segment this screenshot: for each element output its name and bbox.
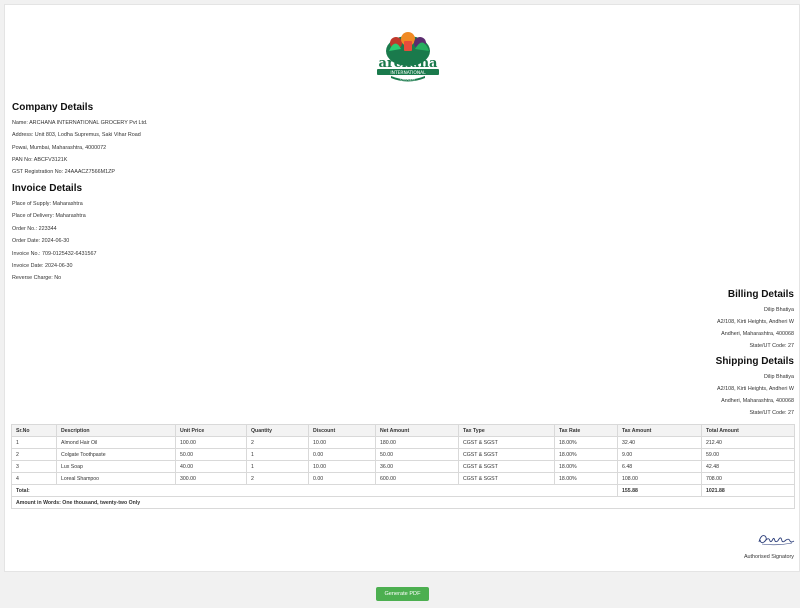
cell: 42.48 xyxy=(701,460,795,473)
cell: CGST & SGST xyxy=(458,472,555,485)
cell: 6.48 xyxy=(617,460,702,473)
shipping-details-heading: Shipping Details xyxy=(715,356,794,367)
cell: Almond Hair Oil xyxy=(56,436,176,449)
cell: 180.00 xyxy=(375,436,459,449)
cell: 600.00 xyxy=(375,472,459,485)
order-number: Order No.: 223344 xyxy=(12,226,57,232)
table-row: 3 Lux Soap 40.00 1 10.00 36.00 CGST & SG… xyxy=(11,460,795,473)
col-net-amount: Net Amount xyxy=(375,424,459,437)
cell: 59.00 xyxy=(701,448,795,461)
cell: 212.40 xyxy=(701,436,795,449)
col-tax-rate: Tax Rate xyxy=(554,424,618,437)
cell: 3 xyxy=(11,460,57,473)
cell: 708.00 xyxy=(701,472,795,485)
col-sr-no: Sr.No xyxy=(11,424,57,437)
items-table: Sr.No Description Unit Price Quantity Di… xyxy=(11,424,795,509)
company-address-2: Powai, Mumbai, Maharashtra, 4000072 xyxy=(12,145,107,151)
cell: Loreal Shampoo xyxy=(56,472,176,485)
col-tax-type: Tax Type xyxy=(458,424,555,437)
cell: 40.00 xyxy=(175,460,247,473)
cell: Lux Soap xyxy=(56,460,176,473)
cell: 18.00% xyxy=(554,436,618,449)
col-total-amount: Total Amount xyxy=(701,424,795,437)
col-unit-price: Unit Price xyxy=(175,424,247,437)
cell: 100.00 xyxy=(175,436,247,449)
authorised-signatory-label: Authorised Signatory xyxy=(743,554,794,560)
cell: CGST & SGST xyxy=(458,448,555,461)
col-description: Description xyxy=(56,424,176,437)
col-discount: Discount xyxy=(308,424,376,437)
company-pan: PAN No: ABCFV3121K xyxy=(12,157,68,163)
logo-subtext-2: GROCERY xyxy=(400,77,415,81)
table-row: 4 Loreal Shampoo 300.00 2 0.00 600.00 CG… xyxy=(11,472,795,485)
logo-wordmark: archana xyxy=(379,56,439,71)
company-gst: GST Registration No: 24AAACZ7566M1ZP xyxy=(12,169,115,175)
cell: 108.00 xyxy=(617,472,702,485)
table-row: 1 Almond Hair Oil 100.00 2 10.00 180.00 … xyxy=(11,436,795,449)
cell: 10.00 xyxy=(308,460,376,473)
place-of-delivery: Place of Delivery: Maharashtra xyxy=(12,213,86,219)
shipping-address-1: A2/108, Kirti Heights, Andheri W xyxy=(716,386,794,392)
cell: 1 xyxy=(11,436,57,449)
cell: 50.00 xyxy=(175,448,247,461)
billing-name: Dilip Bhatiya xyxy=(764,307,794,313)
shipping-name: Dilip Bhatiya xyxy=(764,374,794,380)
cell: 1 xyxy=(246,460,309,473)
cell: 1 xyxy=(246,448,309,461)
logo-subtext: INTERNATIONAL xyxy=(390,70,426,76)
amount-in-words: Amount in Words: One thousand, twenty-tw… xyxy=(11,496,795,509)
total-label: Total: xyxy=(11,484,618,497)
cell: 9.00 xyxy=(617,448,702,461)
cell: 10.00 xyxy=(308,436,376,449)
invoice-details-heading: Invoice Details xyxy=(12,183,83,194)
billing-state-code: State/UT Code: 27 xyxy=(749,343,794,349)
company-details-heading: Company Details xyxy=(12,102,94,113)
cell: 32.40 xyxy=(617,436,702,449)
invoice-number: Invoice No.: 709-0125432-6431567 xyxy=(12,251,97,257)
table-header-row: Sr.No Description Unit Price Quantity Di… xyxy=(11,424,795,437)
invoice-date: Invoice Date: 2024-06-30 xyxy=(12,263,73,269)
company-name: Name: ARCHANA INTERNATIONAL GROCERY Pvt … xyxy=(12,120,148,126)
cell: 0.00 xyxy=(308,448,376,461)
signature-image xyxy=(758,535,795,546)
billing-address-2: Andheri, Maharashtra, 400068 xyxy=(721,331,794,337)
cell: 36.00 xyxy=(375,460,459,473)
cell: CGST & SGST xyxy=(458,436,555,449)
cell: 18.00% xyxy=(554,460,618,473)
total-amount: 1021.88 xyxy=(701,484,795,497)
col-tax-amount: Tax Amount xyxy=(617,424,702,437)
cell: Colgate Toothpaste xyxy=(56,448,176,461)
shipping-state-code: State/UT Code: 27 xyxy=(749,410,794,416)
amount-in-words-row: Amount in Words: One thousand, twenty-tw… xyxy=(11,496,795,509)
billing-details-heading: Billing Details xyxy=(727,289,794,300)
billing-address-1: A2/108, Kirti Heights, Andheri W xyxy=(716,319,794,325)
order-date: Order Date: 2024-06-30 xyxy=(12,238,70,244)
place-of-supply: Place of Supply: Maharashtra xyxy=(12,201,83,207)
total-row: Total: 155.88 1021.88 xyxy=(11,484,795,497)
generate-pdf-button[interactable]: Generate PDF xyxy=(376,587,429,601)
cell: 2 xyxy=(246,436,309,449)
shipping-address-2: Andheri, Maharashtra, 400068 xyxy=(721,398,794,404)
company-address-1: Address: Unit 803, Lodha Supremus, Saki … xyxy=(12,132,141,138)
cell: 50.00 xyxy=(375,448,459,461)
total-tax-amount: 155.88 xyxy=(617,484,702,497)
cell: 18.00% xyxy=(554,448,618,461)
cell: 4 xyxy=(11,472,57,485)
cell: 2 xyxy=(246,472,309,485)
cell: 300.00 xyxy=(175,472,247,485)
cell: 18.00% xyxy=(554,472,618,485)
col-quantity: Quantity xyxy=(246,424,309,437)
cell: CGST & SGST xyxy=(458,460,555,473)
reverse-charge: Reverse Charge: No xyxy=(12,275,62,281)
cell: 2 xyxy=(11,448,57,461)
cell: 0.00 xyxy=(308,472,376,485)
table-row: 2 Colgate Toothpaste 50.00 1 0.00 50.00 … xyxy=(11,448,795,461)
archana-grocery-logo: archana INTERNATIONAL GROCERY xyxy=(374,29,442,85)
